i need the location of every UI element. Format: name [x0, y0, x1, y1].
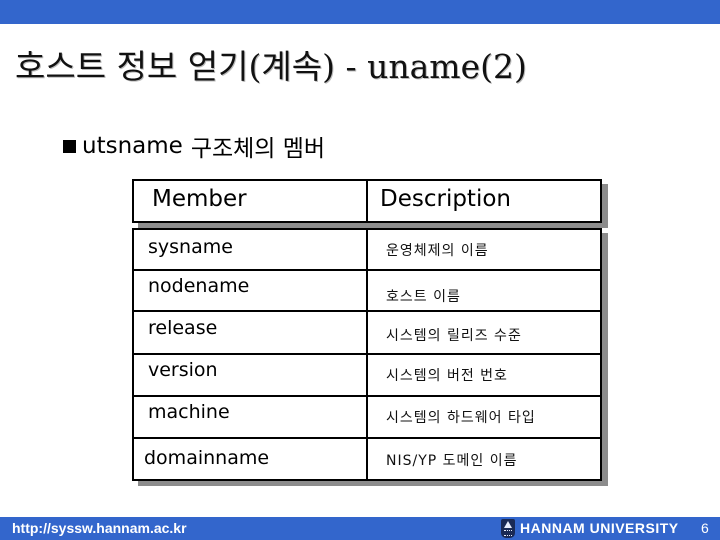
table-row: release 시스템의 릴리즈 수준: [134, 312, 600, 355]
table-body: sysname 운영체제의 이름 nodename 호스트 이름 release…: [132, 228, 602, 481]
member-cell: release: [148, 317, 218, 339]
footer-university-name: HANNAM UNIVERSITY: [520, 520, 679, 536]
header-description: Description: [380, 186, 511, 212]
table-header: Member Description: [132, 179, 602, 223]
table-row: version 시스템의 버전 번호: [134, 355, 600, 397]
description-cell: 시스템의 릴리즈 수준: [386, 328, 522, 344]
table-row: nodename 호스트 이름: [134, 271, 600, 312]
top-banner: [0, 0, 720, 24]
member-cell: version: [148, 359, 218, 381]
bullet-heading: utsname 구조체의 멤버: [63, 129, 325, 163]
column-divider: [366, 181, 368, 221]
page-number: 6: [701, 520, 709, 536]
description-cell: NIS/YP 도메인 이름: [386, 453, 518, 469]
bullet-text-struct-name: utsname: [82, 133, 183, 159]
header-member: Member: [152, 186, 247, 212]
table-row: sysname 운영체제의 이름: [134, 230, 600, 271]
member-cell: machine: [148, 401, 230, 423]
member-cell: domainname: [144, 447, 270, 469]
bullet-text-description: 구조체의 멤버: [190, 136, 326, 162]
description-cell: 시스템의 버전 번호: [386, 368, 508, 384]
description-cell: 운영체제의 이름: [386, 243, 489, 259]
slide-title: 호스트 정보 얻기(계속) - uname(2): [15, 47, 527, 86]
footer-bar: http://syssw.hannam.ac.kr HANNAM UNIVERS…: [0, 517, 720, 540]
square-bullet-icon: [63, 139, 76, 153]
member-cell: sysname: [148, 236, 233, 258]
table-row: machine 시스템의 하드웨어 타입: [134, 397, 600, 439]
member-cell: nodename: [148, 275, 250, 297]
table-row: domainname NIS/YP 도메인 이름: [134, 439, 600, 479]
footer-url-link[interactable]: http://syssw.hannam.ac.kr: [12, 520, 187, 536]
description-cell: 시스템의 하드웨어 타입: [386, 410, 536, 426]
description-cell: 호스트 이름: [386, 289, 461, 305]
university-emblem-icon: [501, 519, 515, 538]
